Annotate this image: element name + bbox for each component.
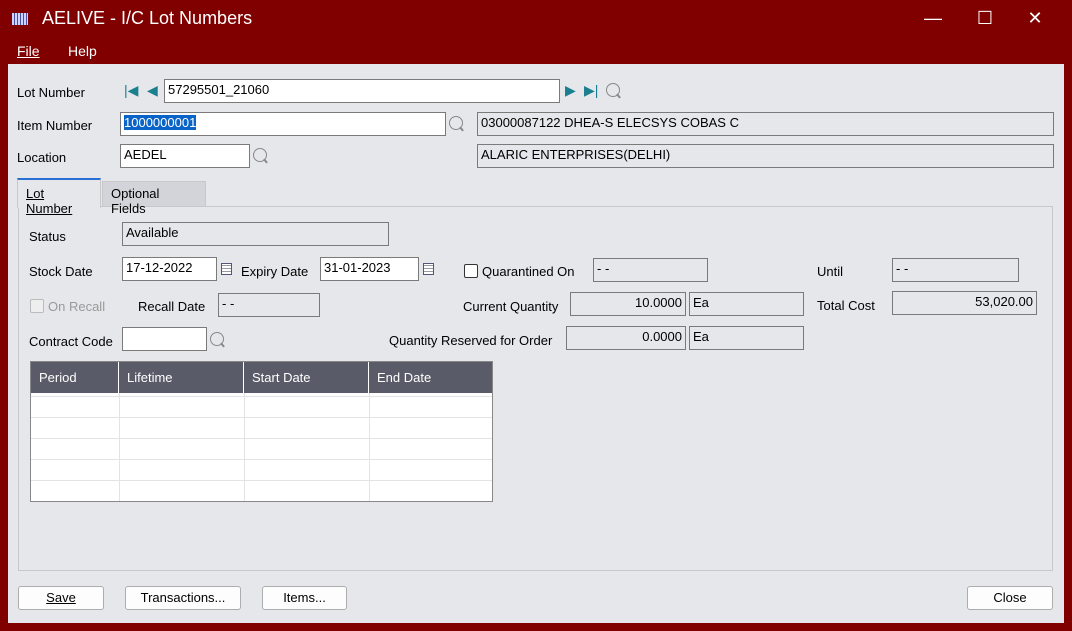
on-recall-label: On Recall — [48, 299, 106, 314]
tab-lot-number[interactable]: Lot Number — [17, 178, 101, 216]
lot-number-input[interactable]: 57295501_21060 — [164, 79, 560, 103]
item-number-input[interactable]: 1000000001 — [120, 112, 446, 136]
grid-body[interactable] — [31, 393, 492, 501]
until-field: - - — [892, 258, 1019, 282]
location-label: Location — [17, 150, 67, 165]
quarantined-checkbox[interactable] — [464, 264, 478, 278]
reserved-quantity-label: Quantity Reserved for Order — [389, 333, 553, 348]
stock-date-input[interactable]: 17-12-2022 — [122, 257, 217, 281]
recall-date-field: - - — [218, 293, 320, 317]
column-header-end-date[interactable]: End Date — [369, 362, 492, 393]
until-label: Until — [817, 264, 844, 279]
close-button[interactable]: Close — [967, 586, 1053, 610]
current-quantity-uom: Ea — [689, 292, 804, 316]
minimize-button[interactable]: — — [910, 4, 956, 32]
transactions-button[interactable]: Transactions... — [125, 586, 241, 610]
window-title: AELIVE - I/C Lot Numbers — [42, 8, 253, 28]
recall-date-label: Recall Date — [138, 299, 206, 314]
contract-finder-icon[interactable] — [210, 332, 224, 346]
on-recall-checkbox[interactable] — [30, 299, 44, 313]
next-record-icon[interactable]: ▶ — [565, 82, 576, 99]
column-header-lifetime[interactable]: Lifetime — [119, 362, 244, 393]
item-number-label: Item Number — [17, 118, 93, 133]
calendar-icon[interactable] — [423, 263, 434, 275]
tab-optional-fields[interactable]: Optional Fields — [102, 181, 206, 216]
maximize-button[interactable]: ☐ — [962, 4, 1008, 32]
save-button[interactable]: Save — [18, 586, 104, 610]
current-quantity-label: Current Quantity — [463, 299, 559, 314]
column-header-period[interactable]: Period — [31, 362, 119, 393]
item-number-value: 1000000001 — [124, 115, 197, 130]
stock-date-label: Stock Date — [29, 264, 93, 279]
item-description: 03000087122 DHEA-S ELECSYS COBAS C — [477, 112, 1054, 136]
expiry-date-input[interactable]: 31-01-2023 — [320, 257, 419, 281]
column-header-start-date[interactable]: Start Date — [244, 362, 369, 393]
quarantined-on-field: - - — [593, 258, 708, 282]
current-quantity-field: 10.0000 — [570, 292, 686, 316]
reserved-quantity-uom: Ea — [689, 326, 804, 350]
first-record-icon[interactable]: |◀ — [124, 82, 138, 99]
previous-record-icon[interactable]: ◀ — [147, 82, 158, 99]
total-cost-label: Total Cost — [817, 298, 875, 313]
location-input[interactable]: AEDEL — [120, 144, 250, 168]
contract-code-input[interactable] — [122, 327, 207, 351]
calendar-icon[interactable] — [221, 263, 232, 275]
last-record-icon[interactable]: ▶| — [584, 82, 598, 99]
item-finder-icon[interactable] — [449, 116, 463, 130]
period-grid[interactable]: Period Lifetime Start Date End Date — [30, 361, 493, 502]
location-finder-icon[interactable] — [253, 148, 267, 162]
contract-code-label: Contract Code — [29, 334, 113, 349]
app-icon — [12, 13, 28, 25]
location-description: ALARIC ENTERPRISES(DELHI) — [477, 144, 1054, 168]
status-field: Available — [122, 222, 389, 246]
status-label: Status — [29, 229, 66, 244]
items-button[interactable]: Items... — [262, 586, 347, 610]
menu-help[interactable]: Help — [68, 43, 97, 59]
lot-number-label: Lot Number — [17, 85, 85, 100]
quarantined-label: Quarantined On — [482, 264, 575, 279]
total-cost-field: 53,020.00 — [892, 291, 1037, 315]
close-window-button[interactable]: ✕ — [1012, 4, 1058, 32]
reserved-quantity-field: 0.0000 — [566, 326, 686, 350]
expiry-date-label: Expiry Date — [241, 264, 309, 279]
menu-file[interactable]: File — [17, 43, 40, 59]
lot-finder-icon[interactable] — [606, 83, 620, 97]
